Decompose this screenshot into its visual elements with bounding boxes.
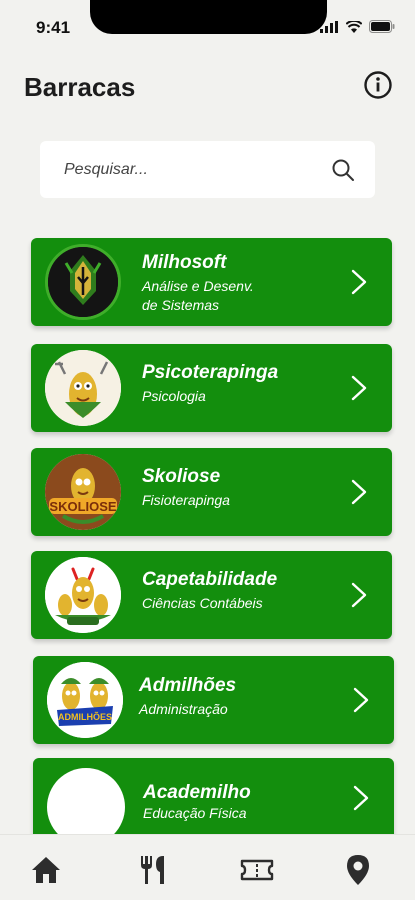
chevron-right-icon <box>351 269 367 295</box>
bottom-nav <box>0 834 415 900</box>
psicoterapinga-logo <box>45 350 121 426</box>
card-subtitle: Ciências Contábeis <box>142 595 263 611</box>
admilhoes-logo: ADMILHÕES <box>47 662 123 738</box>
card-subtitle-line1: Análise e Desenv. <box>142 278 254 294</box>
milhosoft-logo <box>45 244 121 320</box>
card-subtitle: Psicologia <box>142 388 206 404</box>
card-text: Skoliose Fisioterapinga <box>142 466 230 510</box>
card-title: Milhosoft <box>142 252 227 273</box>
card-admilhoes[interactable]: ADMILHÕES Admilhões Administração <box>33 656 394 744</box>
page-title: Barracas <box>24 72 136 102</box>
card-title: Academilho <box>143 782 251 803</box>
search-icon[interactable] <box>331 158 355 182</box>
card-skoliose[interactable]: SKOLIOSE Skoliose Fisioterapinga <box>31 448 392 536</box>
card-title: Skoliose <box>142 466 221 487</box>
location-pin-icon[interactable] <box>341 853 375 887</box>
card-milhosoft[interactable]: Milhosoft Análise e Desenv. de Sistemas <box>31 238 392 326</box>
card-subtitle: Fisioterapinga <box>142 492 230 508</box>
wifi-icon <box>346 20 362 33</box>
card-psicoterapinga[interactable]: Psicoterapinga Psicologia <box>31 344 392 432</box>
info-icon[interactable] <box>363 70 393 100</box>
restaurant-icon[interactable] <box>137 853 171 887</box>
card-title: Capetabilidade <box>142 569 278 590</box>
card-text: Milhosoft Análise e Desenv. de Sistemas <box>142 252 254 315</box>
svg-text:SKOLIOSE: SKOLIOSE <box>49 499 117 514</box>
svg-text:ADMILHÕES: ADMILHÕES <box>58 712 112 722</box>
chevron-right-icon <box>351 375 367 401</box>
card-subtitle: Administração <box>139 701 228 717</box>
search-input[interactable] <box>64 160 331 179</box>
cellular-signal-icon <box>320 20 338 33</box>
card-title: Psicoterapinga <box>142 362 279 383</box>
card-academilho[interactable]: Academilho Educação Física <box>33 758 394 846</box>
search-box <box>40 141 375 198</box>
status-time: 9:41 <box>36 18 71 37</box>
card-title: Admilhões <box>139 675 237 696</box>
card-text: Admilhões Administração <box>139 675 236 719</box>
battery-icon <box>369 20 395 33</box>
status-icons <box>320 20 395 33</box>
chevron-right-icon <box>351 582 367 608</box>
ticket-icon[interactable] <box>240 853 274 887</box>
card-subtitle: Análise e Desenv. de Sistemas <box>142 277 254 315</box>
status-bar: 9:41 <box>0 0 415 52</box>
card-subtitle: Educação Física <box>143 805 247 821</box>
notch <box>90 0 327 34</box>
card-capetabilidade[interactable]: Capetabilidade Ciências Contábeis <box>31 551 392 639</box>
card-subtitle-line2: de Sistemas <box>142 297 220 313</box>
skoliose-logo: SKOLIOSE <box>45 454 121 530</box>
chevron-right-icon <box>351 479 367 505</box>
chevron-right-icon <box>353 687 369 713</box>
card-text: Capetabilidade Ciências Contábeis <box>142 569 277 613</box>
home-icon[interactable] <box>29 853 63 887</box>
chevron-right-icon <box>353 785 369 811</box>
capetabilidade-logo <box>45 557 121 633</box>
card-text: Academilho Educação Física <box>143 782 251 823</box>
card-text: Psicoterapinga Psicologia <box>142 362 278 406</box>
